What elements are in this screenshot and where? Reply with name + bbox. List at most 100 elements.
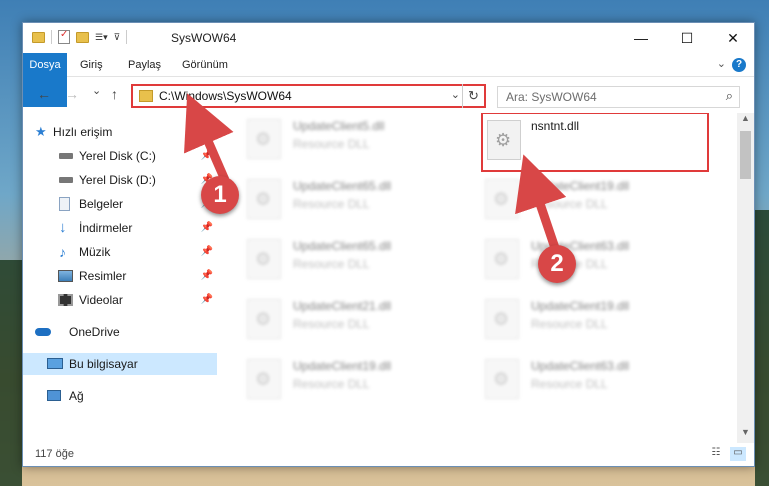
back-icon[interactable]: ←	[37, 86, 51, 102]
dll-file-icon	[485, 299, 519, 339]
pin-icon: 📌	[200, 246, 213, 257]
file-type: Resource DLL	[293, 197, 370, 211]
sidebar-item-disk-d[interactable]: Yerel Disk (D:) 📌	[23, 169, 217, 191]
separator	[51, 30, 52, 44]
tab-gorunum[interactable]: Görünüm	[182, 53, 228, 77]
help-icon[interactable]: ?	[732, 58, 746, 72]
tab-paylas[interactable]: Paylaş	[128, 53, 161, 77]
tiles-view-icon[interactable]: ▭	[730, 447, 746, 461]
sidebar-item-pictures[interactable]: Resimler 📌	[23, 265, 217, 287]
sidebar-item-network[interactable]: Ağ	[23, 385, 217, 407]
sidebar-item-documents[interactable]: Belgeler 📌	[23, 193, 217, 215]
highlighted-file-nsntnt[interactable]: nsntnt.dll	[481, 113, 709, 172]
scroll-thumb[interactable]	[740, 131, 751, 179]
file-name: UpdateClient5.dll	[293, 119, 385, 133]
list-item[interactable]: UpdateClient63.dll Resource DLL	[485, 355, 715, 409]
file-type: Resource DLL	[531, 197, 608, 211]
address-path[interactable]: C:\Windows\SysWOW64	[159, 89, 292, 103]
file-type: Resource DLL	[293, 377, 370, 391]
list-item[interactable]: UpdateClient19.dll Resource DLL	[485, 295, 715, 349]
customize-toolbar-icon[interactable]: ☰▾	[95, 32, 108, 43]
computer-icon	[47, 358, 63, 369]
music-icon: ♪	[59, 244, 66, 260]
sidebar-item-disk-c[interactable]: Yerel Disk (C:) 📌	[23, 145, 217, 167]
dll-file-icon	[247, 179, 281, 219]
file-type: Resource DLL	[531, 317, 608, 331]
recent-locations-icon[interactable]: ⌄	[92, 84, 101, 97]
list-item[interactable]: UpdateClient21.dll Resource DLL	[247, 295, 477, 349]
refresh-icon[interactable]: ↻	[462, 84, 484, 108]
sidebar-item-label: Yerel Disk (D:)	[79, 173, 156, 187]
file-explorer-window: ☰▾ ⊽ SysWOW64 — ☐ ✕ Dosya Giriş Paylaş G…	[22, 22, 755, 467]
sidebar-item-quick-access[interactable]: ★ Hızlı erişim	[23, 121, 217, 143]
download-icon: ↓	[59, 219, 67, 236]
file-name: UpdateClient65.dll	[293, 239, 392, 253]
minimize-button[interactable]: —	[618, 23, 664, 53]
sidebar-item-onedrive[interactable]: OneDrive	[23, 321, 217, 343]
search-icon[interactable]: ⌕	[726, 88, 733, 104]
new-folder-icon[interactable]	[76, 31, 89, 43]
sidebar-item-music[interactable]: ♪ Müzik 📌	[23, 241, 217, 263]
file-list: UpdateClient5.dll Resource DLL UpdateCli…	[221, 113, 736, 443]
pictures-icon	[58, 270, 73, 282]
details-view-icon[interactable]: ☷	[708, 447, 724, 461]
video-icon	[58, 294, 73, 306]
documents-icon	[59, 197, 70, 211]
scroll-up-icon[interactable]: ▲	[737, 113, 754, 129]
sidebar-item-label: İndirmeler	[79, 221, 133, 235]
list-item[interactable]: UpdateClient19.dll Resource DLL	[485, 175, 715, 229]
expand-ribbon-icon[interactable]: ⌄	[717, 57, 726, 70]
dll-file-icon	[247, 119, 281, 159]
file-name: UpdateClient63.dll	[531, 359, 630, 373]
up-icon[interactable]: ↑	[111, 86, 118, 102]
wallpaper-palm-left	[0, 260, 22, 486]
item-count: 117 öğe	[35, 448, 74, 460]
drive-icon	[59, 177, 73, 183]
drive-icon	[59, 153, 73, 159]
list-item[interactable]: UpdateClient5.dll Resource DLL	[247, 115, 477, 169]
step-badge-1: 1	[201, 176, 239, 214]
search-input[interactable]: Ara: SysWOW64 ⌕	[497, 86, 740, 108]
forward-icon[interactable]: →	[65, 86, 79, 102]
file-type: Resource DLL	[293, 257, 370, 271]
properties-icon[interactable]	[58, 29, 70, 44]
sidebar-item-videos[interactable]: Videolar 📌	[23, 289, 217, 311]
sidebar-item-this-pc[interactable]: Bu bilgisayar	[23, 353, 217, 375]
list-item[interactable]: UpdateClient19.dll Resource DLL	[247, 355, 477, 409]
separator	[126, 30, 128, 44]
sidebar-item-label: Yerel Disk (C:)	[79, 149, 156, 163]
pin-icon: 📌	[200, 294, 213, 305]
dll-file-icon	[485, 359, 519, 399]
status-bar: 117 öğe ☷ ▭	[23, 444, 754, 466]
address-bar[interactable]: C:\Windows\SysWOW64 ⌄ ↻	[131, 84, 486, 108]
maximize-button[interactable]: ☐	[664, 23, 710, 53]
scroll-down-icon[interactable]: ▼	[737, 427, 754, 443]
window-title: SysWOW64	[171, 31, 237, 45]
list-item[interactable]: UpdateClient63.dll Resource DLL	[485, 235, 715, 289]
file-type: Resource DLL	[293, 317, 370, 331]
step-badge-2: 2	[538, 245, 576, 283]
tab-giris[interactable]: Giriş	[80, 53, 103, 77]
file-type: Resource DLL	[531, 377, 608, 391]
ribbon: Dosya Giriş Paylaş Görünüm ⌄ ?	[23, 53, 754, 107]
address-dropdown-icon[interactable]: ⌄	[451, 88, 460, 101]
wallpaper-palm-right	[755, 210, 769, 486]
sidebar-item-label: Belgeler	[79, 197, 124, 211]
sidebar-item-downloads[interactable]: ↓ İndirmeler 📌	[23, 217, 217, 239]
search-placeholder: Ara: SysWOW64	[506, 90, 597, 104]
pin-icon: 📌	[200, 222, 213, 233]
file-type: Resource DLL	[293, 137, 370, 151]
toolbar-dropdown-icon[interactable]: ⊽	[114, 32, 121, 43]
sidebar-item-label: Bu bilgisayar	[69, 357, 138, 371]
dll-file-icon	[247, 239, 281, 279]
network-icon	[47, 390, 61, 401]
pin-icon: 📌	[200, 270, 213, 281]
navigation-pane: ★ Hızlı erişim Yerel Disk (C:) 📌 Yerel D…	[23, 113, 219, 443]
list-item[interactable]: UpdateClient65.dll Resource DLL	[247, 175, 477, 229]
list-item[interactable]: UpdateClient65.dll Resource DLL	[247, 235, 477, 289]
sidebar-item-label: Ağ	[69, 389, 84, 403]
file-name: UpdateClient65.dll	[293, 179, 392, 193]
close-button[interactable]: ✕	[710, 23, 756, 53]
vertical-scrollbar[interactable]: ▲ ▼	[737, 113, 754, 443]
dll-file-icon	[247, 299, 281, 339]
